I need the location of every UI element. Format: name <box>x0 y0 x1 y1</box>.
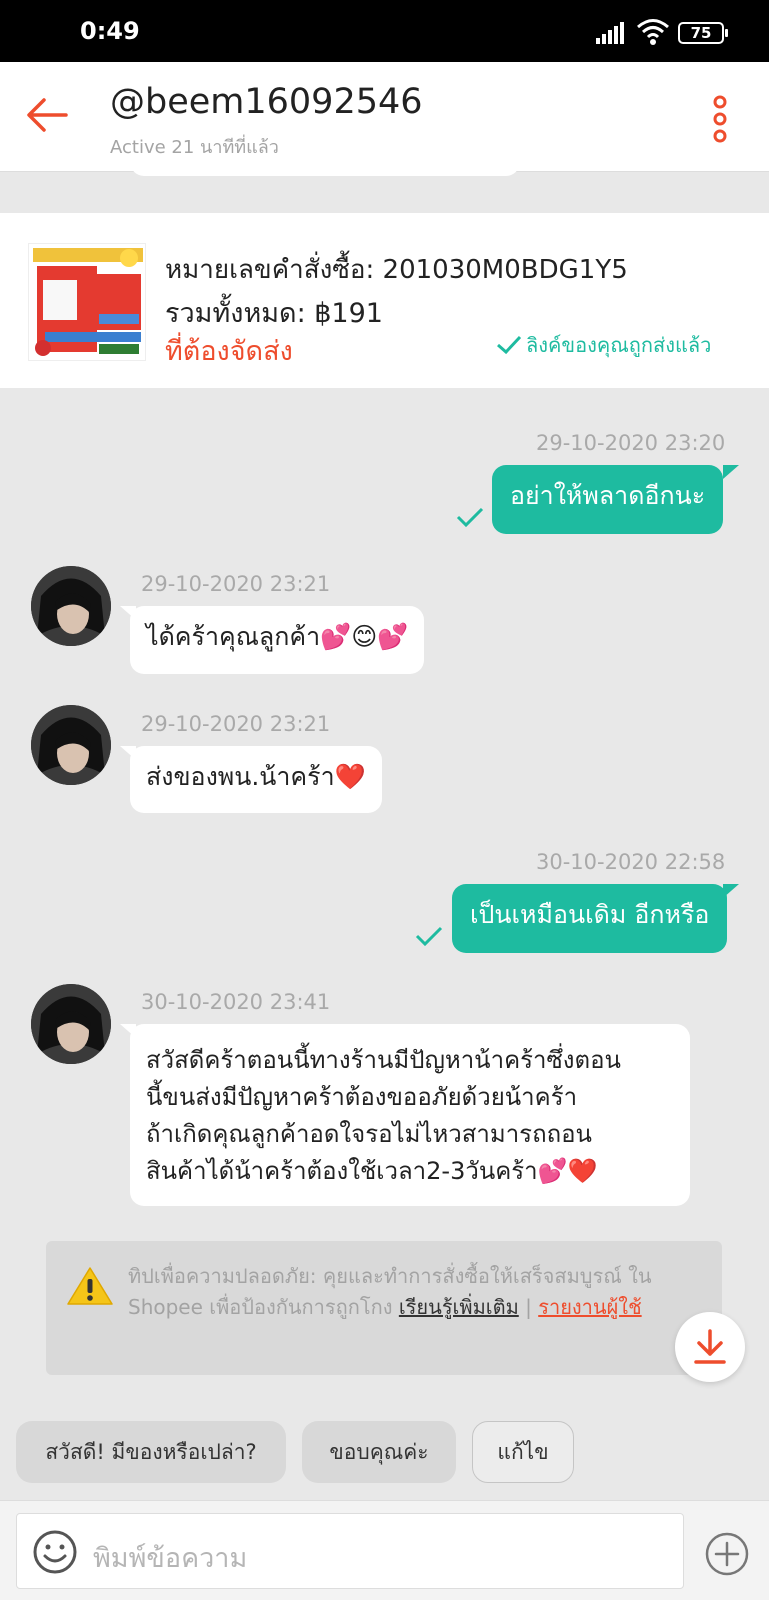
message-input-bar: พิมพ์ข้อความ <box>0 1500 769 1600</box>
tip-separator: | <box>518 1295 539 1319</box>
order-number: หมายเลขคำสั่งซื้อ: 201030M0BDG1Y5 <box>165 255 628 285</box>
active-status: Active 21 นาทีที่แล้ว <box>110 137 279 158</box>
chat-title: @beem16092546 <box>110 82 423 122</box>
message-timestamp: 30-10-2020 23:41 <box>141 990 331 1014</box>
safety-tip: ทิปเพื่อความปลอดภัย: คุยและทำการสั่งซื้อ… <box>46 1241 722 1375</box>
check-icon <box>456 507 484 528</box>
download-arrow-icon <box>694 1329 726 1364</box>
signal-icon <box>596 22 624 44</box>
link-sent-status: ลิงค์ของคุณถูกส่งแล้ว <box>496 329 711 361</box>
emoji-icon[interactable] <box>31 1528 79 1576</box>
message-timestamp: 29-10-2020 23:21 <box>141 572 331 596</box>
warning-icon <box>67 1267 113 1305</box>
wifi-icon <box>637 19 669 45</box>
previous-message-bubble <box>130 160 520 176</box>
message-bubble-sent[interactable]: อย่าให้พลาดอีกนะ <box>492 465 724 534</box>
report-user-link[interactable]: รายงานผู้ใช้ <box>538 1295 641 1319</box>
message-timestamp: 29-10-2020 23:21 <box>141 712 331 736</box>
message-timestamp: 29-10-2020 23:20 <box>536 431 726 455</box>
order-card[interactable]: หมายเลขคำสั่งซื้อ: 201030M0BDG1Y5 รวมทั้… <box>0 213 769 388</box>
plus-circle-icon[interactable] <box>704 1531 750 1577</box>
message-bubble-received[interactable]: ส่งของพน.น้าคร้า❤️ <box>130 746 382 813</box>
quick-reply-edit-button[interactable]: แก้ไข <box>472 1421 574 1483</box>
message-timestamp: 30-10-2020 22:58 <box>536 850 726 874</box>
back-arrow-icon[interactable] <box>22 90 72 140</box>
message-bubble-sent[interactable]: เป็นเหมือนเดิม อีกหรือ <box>452 884 728 953</box>
check-icon <box>415 926 443 947</box>
avatar[interactable] <box>31 705 111 785</box>
avatar[interactable] <box>31 566 111 646</box>
product-thumbnail[interactable] <box>28 243 146 361</box>
more-vert-icon[interactable] <box>706 94 734 144</box>
message-input-placeholder: พิมพ์ข้อความ <box>93 1543 248 1574</box>
message-line: ถ้าเกิดคุณลูกค้าอดใจรอไม่ไหวสามารถถอน <box>146 1120 592 1148</box>
bubble-tail <box>723 884 739 898</box>
battery-indicator: 75 <box>678 22 728 44</box>
quick-reply-greeting[interactable]: สวัสดี! มีของหรือเปล่า? <box>16 1421 286 1483</box>
bubble-tail <box>723 465 739 479</box>
message-input[interactable]: พิมพ์ข้อความ <box>16 1513 684 1589</box>
message-line: สินค้าได้น้าคร้าต้องใช้เวลา2-3วันคร้า💕❤️ <box>146 1157 598 1185</box>
quick-reply-thanks[interactable]: ขอบคุณค่ะ <box>302 1421 456 1483</box>
link-sent-label: ลิงค์ของคุณถูกส่งแล้ว <box>526 333 712 357</box>
scroll-to-bottom-button[interactable] <box>675 1312 745 1382</box>
status-bar: 0:49 75 <box>0 0 769 62</box>
avatar[interactable] <box>31 984 111 1064</box>
learn-more-link[interactable]: เรียนรู้เพิ่มเติม <box>399 1295 519 1319</box>
message-line: นี้ขนส่งมีปัญหาคร้าต้องขออภัยด้วยน้าคร้า <box>146 1083 578 1111</box>
chat-header: @beem16092546 Active 21 นาทีที่แล้ว <box>0 62 769 172</box>
message-bubble-received[interactable]: สวัสดีคร้าตอนนี้ทางร้านมีปัญหาน้าคร้าซึ่… <box>130 1024 690 1206</box>
safety-tip-text: ทิปเพื่อความปลอดภัย: คุยและทำการสั่งซื้อ… <box>128 1261 708 1323</box>
status-time: 0:49 <box>80 17 140 45</box>
order-status: ที่ต้องจัดส่ง <box>165 336 293 367</box>
message-bubble-received[interactable]: ได้คร้าคุณลูกค้า💕😊💕 <box>130 606 425 674</box>
message-line: สวัสดีคร้าตอนนี้ทางร้านมีปัญหาน้าคร้าซึ่… <box>146 1046 621 1074</box>
check-icon <box>497 335 522 355</box>
order-total: รวมทั้งหมด: ฿191 <box>165 298 383 329</box>
